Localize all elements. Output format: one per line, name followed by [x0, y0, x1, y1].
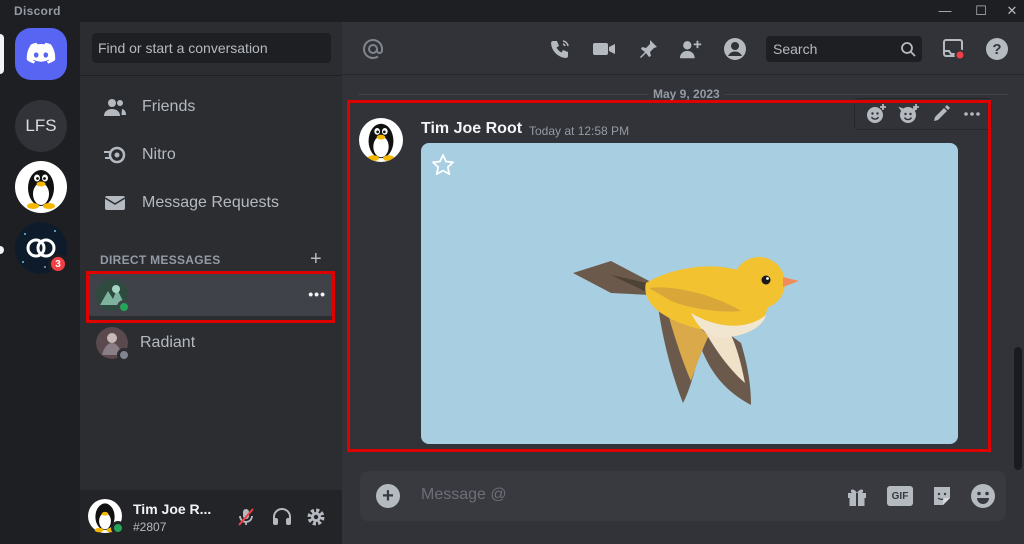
server-lfs[interactable]: LFS [15, 100, 67, 152]
mic-muted-icon [238, 508, 254, 526]
gift-icon [848, 489, 866, 506]
message-timestamp: Today at 12:58 PM [529, 124, 630, 138]
server-rail: LFS 3 [0, 22, 80, 544]
nav-message-requests[interactable]: Message Requests [88, 181, 334, 225]
video-call-icon [593, 43, 615, 55]
nitro-icon [104, 146, 126, 164]
server-tux[interactable] [15, 161, 67, 213]
message-input[interactable]: Message @ [421, 486, 507, 504]
gift-button[interactable] [844, 484, 870, 508]
app-title: Discord [14, 4, 61, 18]
dm-more-icon[interactable]: ••• [308, 286, 326, 302]
emoji-icon [971, 484, 995, 508]
message-avatar[interactable] [359, 118, 403, 162]
voice-call-icon [551, 40, 569, 58]
avatar [96, 327, 131, 362]
user-tag: #2807 [133, 520, 167, 534]
friends-icon [104, 99, 126, 116]
bird-illustration [573, 257, 799, 405]
add-reaction-icon[interactable] [865, 103, 887, 125]
user-profile-button[interactable] [723, 37, 747, 61]
maximize-button[interactable]: ☐ [966, 2, 996, 20]
message-author[interactable]: Tim Joe Root [421, 120, 522, 138]
svg-text:?: ? [992, 41, 1001, 58]
nav-nitro[interactable]: Nitro [88, 133, 334, 177]
minimize-button[interactable]: — [930, 2, 960, 20]
tux-penguin-icon [27, 170, 55, 209]
discord-app: Discord — ☐ ✕ LFS 3 Find or start a conv… [0, 0, 1024, 544]
user-name: Tim Joe R... [133, 501, 212, 517]
discord-logo-icon [26, 42, 56, 64]
home-button[interactable] [15, 28, 67, 80]
pinned-messages-button[interactable] [636, 37, 660, 61]
edit-icon[interactable] [931, 104, 951, 124]
more-icon[interactable] [962, 104, 982, 124]
nav-friends-label: Friends [142, 98, 196, 115]
add-friend-icon [679, 40, 702, 59]
search-icon [901, 42, 916, 57]
gear-icon [307, 508, 325, 526]
dm-item-selected[interactable]: ••• [88, 274, 334, 316]
help-button[interactable]: ? [985, 37, 1009, 61]
headphones-icon [273, 508, 291, 525]
settings-button[interactable] [304, 505, 328, 529]
title-bar: Discord — ☐ ✕ [0, 0, 1024, 22]
dm-item-radiant[interactable]: Radiant [88, 322, 334, 364]
message-actions-bar [855, 99, 991, 129]
selected-pill [0, 34, 4, 74]
gif-button[interactable]: GIF [887, 486, 913, 506]
help-icon: ? [986, 38, 1008, 60]
pin-icon [640, 40, 657, 58]
nav-friends[interactable]: Friends [88, 85, 334, 129]
emoji-button[interactable] [970, 484, 996, 508]
unread-pill [0, 246, 4, 254]
mention-badge: 3 [48, 254, 68, 274]
chat-scrollbar[interactable] [1014, 347, 1022, 470]
user-profile-icon [724, 38, 746, 60]
avatar [96, 279, 131, 314]
dm-name: Radiant [140, 334, 196, 351]
find-conversation-input[interactable]: Find or start a conversation [92, 33, 331, 63]
nav-message-requests-label: Message Requests [142, 194, 279, 211]
nav-nitro-label: Nitro [142, 146, 176, 163]
video-call-button[interactable] [592, 37, 616, 61]
date-label: May 9, 2023 [649, 87, 724, 101]
inbox-button[interactable] [942, 37, 966, 61]
add-super-reaction-icon[interactable] [897, 103, 920, 125]
online-status-icon [117, 300, 131, 314]
server-lfs-label: LFS [25, 116, 57, 135]
user-panel: Tim Joe R... #2807 [80, 490, 342, 544]
voice-call-button[interactable] [548, 37, 572, 61]
offline-status-icon [117, 348, 131, 362]
direct-messages-header: DIRECT MESSAGES + [100, 248, 322, 271]
upload-plus-button[interactable]: + [376, 484, 400, 508]
message-composer[interactable]: + Message @ GIF [360, 471, 1006, 521]
close-button[interactable]: ✕ [997, 2, 1024, 20]
envelope-icon [104, 196, 126, 210]
search-placeholder: Search [773, 41, 818, 57]
message-image-attachment[interactable] [421, 143, 958, 444]
search-input[interactable]: Search [766, 36, 922, 62]
online-status-icon [111, 521, 125, 535]
divider [80, 75, 342, 76]
chat-header: Search ? [342, 22, 1024, 75]
sticker-button[interactable] [929, 484, 955, 508]
sticker-icon [934, 487, 950, 505]
direct-messages-label: DIRECT MESSAGES [100, 252, 221, 267]
dm-sidebar: Find or start a conversation Friends Nit… [80, 22, 342, 544]
user-avatar[interactable] [88, 499, 125, 535]
chat-area: Search ? May 9, 2023 Tim Joe Root Today … [342, 22, 1024, 544]
at-icon [361, 37, 385, 61]
add-friend-button[interactable] [679, 37, 703, 61]
inbox-icon [943, 39, 966, 61]
deafen-button[interactable] [270, 505, 294, 529]
create-dm-button[interactable]: + [310, 248, 322, 271]
mute-button[interactable] [234, 505, 258, 529]
